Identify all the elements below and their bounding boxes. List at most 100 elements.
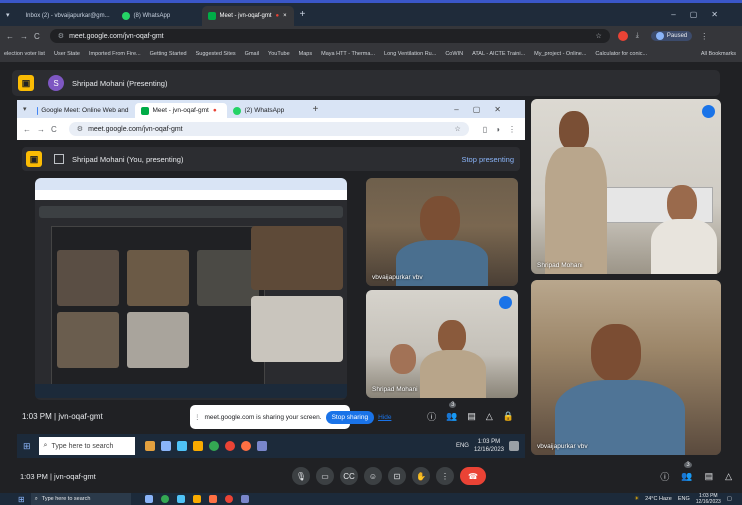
profile-button[interactable]: Paused	[650, 31, 693, 41]
bookmark-item[interactable]: My_project - Online...	[534, 51, 586, 57]
inner-tab-meet[interactable]: Meet - jvn-oqaf-gmt ●	[134, 103, 227, 118]
firefox-icon[interactable]	[240, 441, 251, 451]
activities-icon[interactable]: △	[725, 471, 732, 482]
app-icon[interactable]	[240, 495, 249, 503]
raise-hand-icon[interactable]: ✋	[412, 467, 430, 485]
tab-inbox[interactable]: Inbox (2) - vbvaijapurkar@gm...	[16, 6, 116, 26]
participant-tile-vbv[interactable]: vbvaijapurkar vbv	[531, 280, 721, 455]
people-icon[interactable]: 👥 3	[446, 401, 457, 422]
participant-tile-shripad[interactable]: Shripad Mohani	[531, 99, 721, 274]
stop-presenting-button[interactable]: Stop presenting	[461, 155, 514, 164]
site-info-icon[interactable]: ⚙	[77, 125, 83, 133]
bookmark-item[interactable]: Imported From Fire...	[89, 51, 141, 57]
app-icon[interactable]	[256, 441, 267, 451]
tab-search-icon[interactable]: ▾	[23, 105, 27, 113]
new-tab-icon[interactable]: +	[300, 9, 306, 20]
extension-icon[interactable]	[617, 31, 628, 41]
bookmark-item[interactable]: YouTube	[268, 51, 290, 57]
chat-icon[interactable]: ▤	[467, 411, 476, 422]
speaking-indicator-icon	[702, 105, 715, 118]
bookmark-item[interactable]: Maps	[299, 51, 312, 57]
inner-search-box[interactable]: ⌕ Type here to search	[38, 437, 135, 455]
chrome-icon[interactable]	[224, 495, 233, 503]
edge-icon[interactable]	[160, 495, 169, 503]
menu-icon[interactable]: ⋮	[700, 32, 708, 41]
new-tab-icon[interactable]: +	[313, 104, 319, 115]
folder-icon[interactable]	[192, 441, 203, 451]
notification-icon[interactable]: ▢	[727, 496, 732, 502]
present-icon: ▣	[26, 151, 42, 167]
camera-icon[interactable]: ▭	[316, 467, 334, 485]
stop-sharing-button[interactable]: Stop sharing	[325, 410, 375, 424]
all-bookmarks[interactable]: All Bookmarks	[701, 51, 736, 57]
bookmark-item[interactable]: Suggested Sites	[196, 51, 236, 57]
tab-whatsapp[interactable]: (8) WhatsApp	[116, 6, 202, 26]
bookmark-item[interactable]: Getting Started	[150, 51, 187, 57]
site-info-icon[interactable]: ⚙	[58, 32, 64, 40]
participant-count: 3	[684, 461, 692, 468]
store-icon[interactable]	[176, 441, 187, 451]
nav-buttons[interactable]: ←→C	[23, 125, 63, 134]
search-box[interactable]: ⌕ Type here to search	[30, 493, 131, 505]
time-code: 1:03 PM | jvn-oqaf-gmt	[20, 471, 96, 481]
captions-icon[interactable]: CC	[340, 467, 358, 485]
bookmark-item[interactable]: Maya HTT - Therma...	[321, 51, 375, 57]
outer-url-text: meet.google.com/jvn-oqaf-gmt	[69, 32, 164, 40]
more-options-icon[interactable]: ⋮	[436, 467, 454, 485]
bookmark-item[interactable]: Gmail	[245, 51, 259, 57]
bookmark-item[interactable]: Calculator for conic...	[595, 51, 647, 57]
window-controls[interactable]: –▢✕	[671, 10, 732, 19]
tab-search-icon[interactable]: ▾	[6, 11, 10, 19]
bookmark-item[interactable]: Long Ventilation Ru...	[384, 51, 436, 57]
store-icon[interactable]	[176, 495, 185, 503]
info-icon[interactable]: ⓘ	[660, 470, 669, 483]
download-icon[interactable]: ⤓	[636, 32, 639, 40]
info-icon[interactable]: ⓘ	[427, 410, 436, 423]
search-placeholder: Type here to search	[51, 442, 114, 450]
window-controls[interactable]: –▢✕	[454, 105, 515, 114]
weather-text[interactable]: 24°C Haze	[645, 496, 672, 502]
bookmark-item[interactable]: User State	[54, 51, 80, 57]
inner-omnibox[interactable]: ⚙ meet.google.com/jvn-oqaf-gmt ☆	[68, 122, 469, 136]
hide-link[interactable]: Hide	[378, 414, 391, 421]
share-notice: ⋮ meet.google.com is sharing your screen…	[190, 405, 391, 429]
star-icon[interactable]: ☆	[596, 32, 602, 40]
bookmark-item[interactable]: ATAL - AICTE Traini...	[472, 51, 525, 57]
folder-icon[interactable]	[192, 495, 201, 503]
edge-icon[interactable]	[208, 441, 219, 451]
inner-tab-google-meet[interactable]: Google Meet: Online Web and	[31, 103, 135, 118]
bookmark-item[interactable]: election voter list	[4, 51, 45, 57]
profile-label: Paused	[666, 33, 688, 39]
chat-icon[interactable]: ▤	[705, 471, 714, 482]
task-view-icon[interactable]	[160, 441, 171, 451]
inner-tab-whatsapp[interactable]: (2) WhatsApp	[227, 103, 307, 118]
present-screen-icon[interactable]: ⊡	[388, 467, 406, 485]
close-icon[interactable]: ×	[283, 13, 287, 19]
language-indicator[interactable]: ENG	[678, 496, 690, 502]
hang-up-icon[interactable]: ☎	[460, 467, 486, 485]
outer-omnibox[interactable]: ⚙ meet.google.com/jvn-oqaf-gmt ☆	[49, 29, 610, 43]
drag-handle-icon[interactable]: ⋮	[194, 413, 201, 421]
windows-start-icon[interactable]: ⊞	[18, 495, 25, 504]
chrome-icon[interactable]	[224, 441, 235, 451]
widgets-icon[interactable]	[144, 441, 155, 451]
speaking-indicator-icon	[499, 296, 512, 309]
notification-icon[interactable]	[509, 441, 519, 451]
microphone-icon[interactable]: 🎙	[292, 467, 310, 485]
activities-icon[interactable]: △	[486, 411, 493, 422]
star-icon[interactable]: ☆	[455, 125, 461, 133]
tab-label: (2) WhatsApp	[244, 107, 285, 114]
toolbar-icons[interactable]: ▯◑⋮	[483, 125, 524, 134]
app-icon[interactable]	[208, 495, 217, 503]
inner-presenting-bar: ▣ Shripad Mohani (You, presenting) Stop …	[22, 147, 520, 171]
tab-meet[interactable]: Meet - jvn-oqaf-gmt ● ×	[201, 6, 294, 26]
nav-buttons[interactable]: ←→C	[6, 32, 46, 41]
windows-start-icon[interactable]: ⊞	[23, 441, 31, 452]
lock-icon[interactable]: 🔒	[503, 411, 514, 422]
bookmark-item[interactable]: CoWIN	[445, 51, 463, 57]
inner-tab-strip: ▾ Google Meet: Online Web and Meet - jvn…	[17, 100, 525, 118]
people-icon[interactable]: 👥 3	[681, 461, 693, 482]
task-view-icon[interactable]	[144, 495, 153, 503]
language-indicator[interactable]: ENG	[456, 443, 469, 449]
emoji-icon[interactable]: ☺	[364, 467, 382, 485]
